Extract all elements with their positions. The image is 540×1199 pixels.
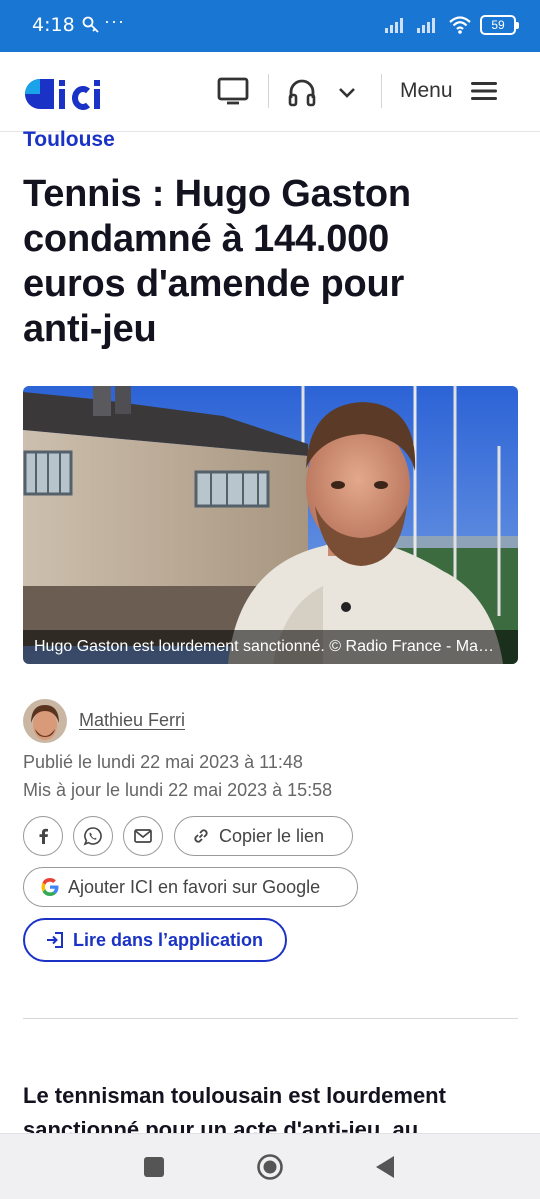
whatsapp-icon <box>83 827 102 846</box>
system-nav-bar <box>0 1133 540 1199</box>
page-title: Tennis : Hugo Gaston condamné à 144.000 … <box>23 173 411 350</box>
divider <box>23 1018 518 1019</box>
google-favorite-label: Ajouter ICI en favori sur Google <box>68 876 321 897</box>
status-time: 4:18 <box>32 14 75 36</box>
tv-icon[interactable] <box>216 76 250 106</box>
google-favorite-button[interactable]: Ajouter ICI en favori sur Google <box>23 867 358 907</box>
ici-logo[interactable] <box>22 76 106 112</box>
avatar[interactable] <box>23 699 67 743</box>
recents-icon[interactable] <box>144 1157 164 1177</box>
status-icons: 59 <box>384 15 519 35</box>
published-date: Publié le lundi 22 mai 2023 à 11:48 <box>23 752 303 772</box>
header-divider <box>381 74 382 108</box>
site-header: Menu <box>0 52 540 132</box>
hamburger-icon[interactable] <box>470 80 498 102</box>
key-icon <box>82 16 99 33</box>
wifi-icon <box>449 16 471 34</box>
photo-caption: Hugo Gaston est lourdement sanctionné. ©… <box>23 630 518 664</box>
signal-icon <box>417 18 435 33</box>
headphones-icon[interactable] <box>286 76 318 108</box>
share-mail-button[interactable] <box>123 816 163 856</box>
facebook-icon <box>39 828 48 844</box>
google-icon <box>41 878 59 896</box>
share-facebook-button[interactable] <box>23 816 63 856</box>
home-icon[interactable] <box>256 1153 284 1181</box>
copy-link-label: Copier le lien <box>219 825 325 846</box>
open-in-app-label: Lire dans l’application <box>73 929 264 950</box>
mail-icon <box>134 829 152 843</box>
updated-date: Mis à jour le lundi 22 mai 2023 à 15:58 <box>23 780 333 800</box>
chevron-down-icon[interactable] <box>336 82 358 102</box>
menu-button[interactable]: Menu <box>400 79 453 103</box>
open-app-icon <box>47 932 63 948</box>
share-whatsapp-button[interactable] <box>73 816 113 856</box>
status-bar: 4:18 ··· 59 <box>0 0 540 52</box>
article-photo[interactable]: Hugo Gaston est lourdement sanctionné. ©… <box>23 386 518 664</box>
author-link[interactable]: Mathieu Ferri <box>79 710 185 731</box>
header-divider <box>268 74 269 108</box>
status-more: ··· <box>104 11 125 31</box>
kicker-link[interactable]: Toulouse <box>23 128 115 152</box>
photo-image <box>23 386 518 664</box>
copy-link-button[interactable]: Copier le lien <box>174 816 353 856</box>
link-icon <box>194 829 208 843</box>
open-in-app-button[interactable]: Lire dans l’application <box>23 918 287 962</box>
back-icon[interactable] <box>373 1154 397 1180</box>
battery-icon: 59 <box>480 15 519 35</box>
signal-icon <box>385 18 403 33</box>
